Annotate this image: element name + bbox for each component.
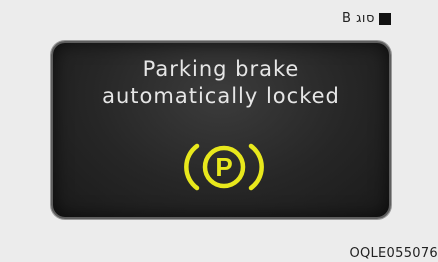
figure-code: OQLE055076 <box>349 246 438 261</box>
warning-message-line-1: Parking brake <box>142 57 300 81</box>
type-label-text: B סוג <box>342 11 375 26</box>
warning-message: Parking brake automatically locked <box>53 56 389 110</box>
parking-brake-letter: P <box>215 152 232 182</box>
cluster-display: Parking brake automatically locked P <box>51 41 391 219</box>
square-icon <box>378 12 391 25</box>
type-label: B סוג <box>342 12 391 25</box>
parking-brake-icon: P <box>184 143 264 191</box>
warning-message-line-2: automatically locked <box>102 84 340 108</box>
